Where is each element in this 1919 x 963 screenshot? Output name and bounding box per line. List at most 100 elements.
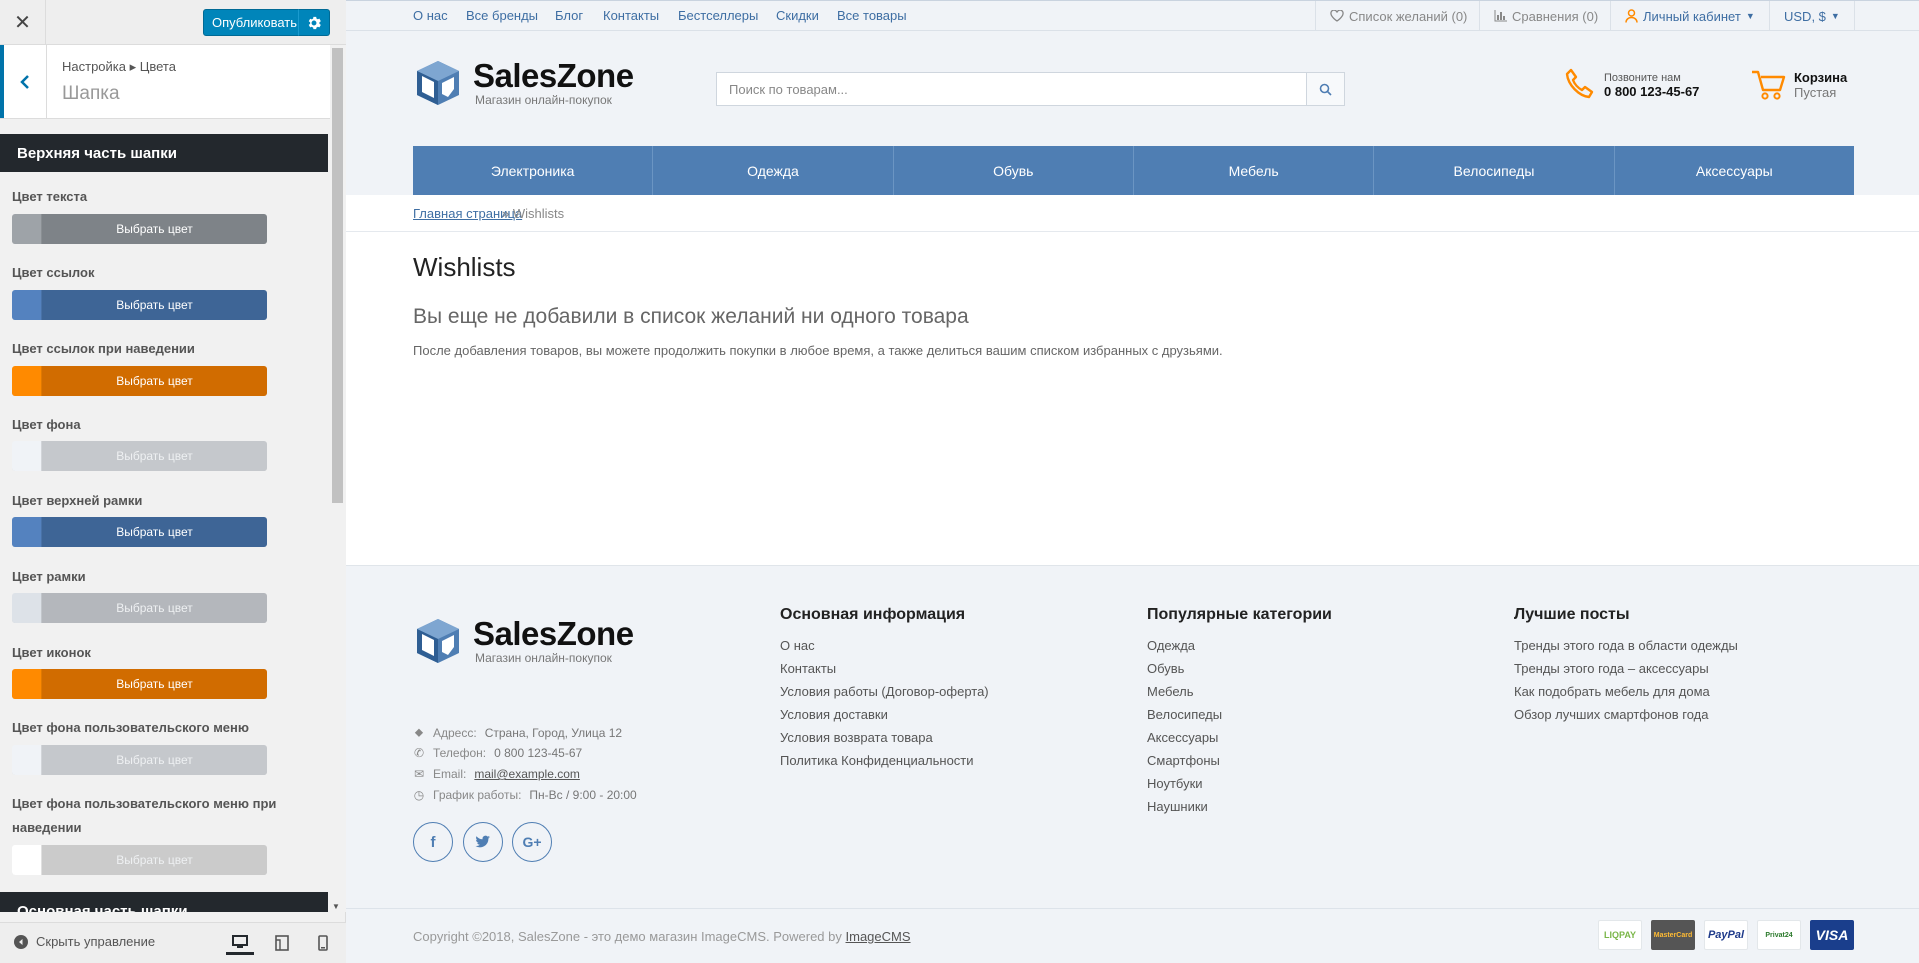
control-label: Цвет рамки [12,569,86,584]
topnav-link[interactable]: Скидки [776,8,819,23]
site-preview: О нас Все бренды Блог Контакты Бестселле… [346,0,1919,963]
preview-desktop-button[interactable] [226,931,254,955]
topnav-link[interactable]: Все бренды [466,8,538,23]
twitter-icon [475,835,490,848]
account-menu[interactable]: Личный кабинет ▼ [1610,1,1769,31]
search-button[interactable] [1306,73,1344,105]
facebook-icon: f [430,833,436,851]
email-link[interactable]: mail@example.com [474,767,580,781]
account-label: Личный кабинет [1643,8,1741,24]
topnav-link[interactable]: Блог [555,8,583,23]
footer-link[interactable]: Наушники [1147,795,1332,818]
footer-link[interactable]: Как подобрать мебель для дома [1514,680,1738,703]
hours-label: График работы: [433,788,522,802]
customizer-header: ✕ Опубликовать [0,0,346,45]
imagecms-link[interactable]: ImageCMS [846,929,911,944]
control-label: Цвет фона пользовательского меню [12,720,249,735]
address-value: Страна, Город, Улица 12 [484,725,623,740]
footer-email: ✉ Email: mail@example.com [413,767,580,781]
footer-link[interactable]: Аксессуары [1147,726,1332,749]
color-picker-button[interactable]: Выбрать цвет [12,441,267,471]
currency-label: USD, $ [1784,8,1826,24]
color-picker-button[interactable]: Выбрать цвет [12,745,267,775]
color-picker-button[interactable]: Выбрать цвет [12,593,267,623]
logo-name: SalesZone [473,615,634,652]
controls-list[interactable]: Верхняя часть шапки Цвет текста Выбрать … [0,119,330,912]
category-item[interactable]: Мебель [1134,146,1375,195]
color-picker-button[interactable]: Выбрать цвет [12,366,267,396]
scroll-down-icon[interactable]: ▼ [332,902,340,911]
publish-settings-button[interactable] [298,9,330,36]
category-item[interactable]: Одежда [653,146,894,195]
topnav-link[interactable]: Контакты [603,8,659,23]
search-input[interactable] [717,73,1306,105]
envelope-icon: ✉ [413,767,425,781]
category-item[interactable]: Велосипеды [1374,146,1615,195]
cart-status: Пустая [1794,85,1837,100]
topnav-link[interactable]: Все товары [837,8,907,23]
section-title: Шапка [62,83,120,104]
footer-link[interactable]: Условия возврата товара [780,726,989,749]
category-item[interactable]: Обувь [894,146,1134,195]
color-picker-button[interactable]: Выбрать цвет [12,845,267,875]
footer-link[interactable]: Смартфоны [1147,749,1332,772]
footer-address: ⬥ Адресс: Страна, Город, Улица 12 [413,725,622,740]
twitter-link[interactable] [463,822,503,862]
footer-link[interactable]: Тренды этого года в области одежды [1514,634,1738,657]
compare-link[interactable]: Сравнения (0) [1479,1,1612,31]
heart-icon [1330,10,1344,22]
footer-column-info: Основная информация О нас Контакты Услов… [780,606,989,772]
cart-icon [1752,70,1786,100]
publish-button[interactable]: Опубликовать [203,9,307,36]
footer-link[interactable]: Тренды этого года – аксессуары [1514,657,1738,680]
footer-link[interactable]: Условия работы (Договор-оферта) [780,680,989,703]
footer-link[interactable]: Обувь [1147,657,1332,680]
group-header-main[interactable]: Основная часть шапки [0,892,328,912]
topnav-link[interactable]: О нас [413,8,448,23]
footer-link[interactable]: Обзор лучших смартфонов года [1514,703,1738,726]
footer-link[interactable]: Одежда [1147,634,1332,657]
footer-link[interactable]: Контакты [780,657,989,680]
footer-logo[interactable]: SalesZone Магазин онлайн-покупок [413,616,634,666]
color-picker-button[interactable]: Выбрать цвет [12,290,267,320]
tablet-icon [275,935,289,951]
googleplus-link[interactable]: G+ [512,822,552,862]
site-footer: SalesZone Магазин онлайн-покупок ⬥ Адрес… [346,566,1919,908]
footer-phone: ✆ Телефон: 0 800 123-45-67 [413,746,582,760]
currency-selector[interactable]: USD, $ ▼ [1769,1,1855,31]
color-picker-button[interactable]: Выбрать цвет [12,517,267,547]
topnav-link[interactable]: Бестселлеры [678,8,758,23]
color-picker-button[interactable]: Выбрать цвет [12,669,267,699]
footer-link[interactable]: Политика Конфиденциальности [780,749,989,772]
preview-mobile-button[interactable] [309,931,337,955]
clock-icon: ◷ [413,788,425,802]
wishlist-link[interactable]: Список желаний (0) [1315,1,1481,31]
cart-button[interactable]: Корзина Пустая [1750,68,1847,102]
hide-controls-button[interactable]: Скрыть управление [14,934,155,949]
footer-column-categories: Популярные категории Одежда Обувь Мебель… [1147,606,1332,818]
logo-tagline: Магазин онлайн-покупок [475,651,612,665]
back-button[interactable] [0,45,47,118]
phone-number[interactable]: 0 800 123-45-67 [1604,84,1699,99]
color-picker-button[interactable]: Выбрать цвет [12,214,267,244]
facebook-link[interactable]: f [413,822,453,862]
footer-link[interactable]: Мебель [1147,680,1332,703]
footer-link[interactable]: Условия доставки [780,703,989,726]
footer-link[interactable]: Ноутбуки [1147,772,1332,795]
scrollbar-thumb[interactable] [332,48,343,503]
close-customizer-button[interactable]: ✕ [0,0,46,45]
map-pin-icon: ⬥ [414,725,424,739]
wishlist-label: Список желаний (0) [1349,8,1468,24]
phone-icon: ✆ [413,746,425,760]
site-logo[interactable]: SalesZone Магазин онлайн-покупок [413,58,634,108]
footer-link[interactable]: Велосипеды [1147,703,1332,726]
category-item[interactable]: Аксессуары [1615,146,1854,195]
phone-block: Позвоните нам 0 800 123-45-67 [1564,68,1699,102]
chevron-down-icon: ▼ [1745,11,1755,21]
category-item[interactable]: Электроника [413,146,654,195]
close-icon: ✕ [14,12,31,34]
footer-link[interactable]: О нас [780,634,989,657]
control-label: Цвет текста [12,189,88,204]
box-logo-icon [417,61,459,105]
preview-tablet-button[interactable] [268,931,296,955]
